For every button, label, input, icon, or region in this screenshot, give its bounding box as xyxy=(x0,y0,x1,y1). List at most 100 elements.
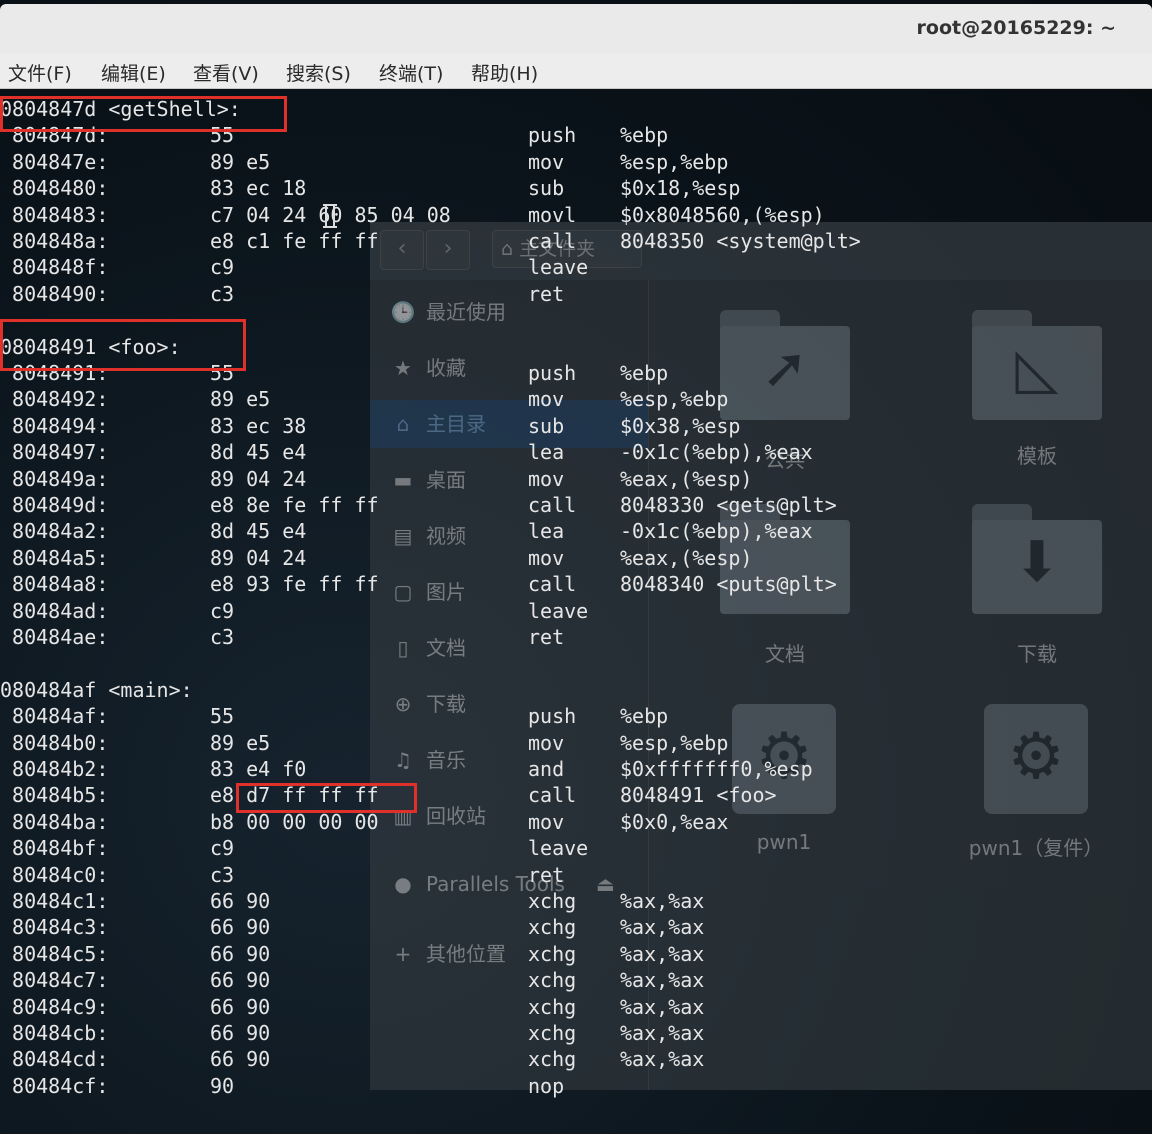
disasm-bytes: 89 04 24 xyxy=(210,545,307,570)
disasm-mnem: call xyxy=(528,572,577,597)
disasm-mnem: mov xyxy=(528,545,565,570)
disasm-bytes: c9 xyxy=(210,598,235,623)
plus-icon: + xyxy=(394,942,412,966)
share-folder-icon[interactable]: ➚ xyxy=(720,310,850,420)
disasm-bytes: c9 xyxy=(210,255,235,280)
sidebar-item-label: 主目录 xyxy=(426,412,486,436)
menu-item-2[interactable]: 查看(V) xyxy=(193,59,259,86)
home-icon: ⌂ xyxy=(501,238,514,260)
disasm-addr: 80484c1: xyxy=(0,889,109,913)
menu-item-3[interactable]: 搜索(S) xyxy=(286,59,351,86)
disasm-addr: 8048490: xyxy=(0,281,109,306)
disasm-bytes: 66 90 xyxy=(210,889,271,913)
sidebar-item-2[interactable]: ⌂ 主目录 xyxy=(370,400,648,448)
sidebar-item-4[interactable]: ▤ 视频 xyxy=(370,512,648,560)
disasm-ops: %ebp xyxy=(620,704,669,729)
clock-icon: 🕒 xyxy=(390,300,416,324)
back-button[interactable]: ‹ xyxy=(380,230,424,270)
disasm-addr: 80484af: xyxy=(0,704,109,729)
disasm-bytes: 8d 45 e4 xyxy=(210,519,307,544)
file-manager-window: ‹ › ⌂ 主文件夹 🕒 最近使用 ★ 收藏 ⌂ 主目录 ▬ 桌面 ▤ 视频 ▢ 图片 ▯ 文档 ⊕ 下载 ♫ 音… xyxy=(370,222,1152,1090)
disasm-mnem: mov xyxy=(528,466,565,491)
disasm-bytes: 66 90 xyxy=(210,1047,271,1072)
disasm-addr: 804848f: xyxy=(0,255,109,280)
disasm-ops: %ax,%ax xyxy=(620,968,705,993)
forward-button[interactable]: › xyxy=(426,230,470,270)
disasm-bytes: 89 e5 xyxy=(210,387,271,412)
disasm-addr: 80484ae: xyxy=(0,625,109,649)
desktop-icon: ▬ xyxy=(393,468,413,492)
terminal-titlebar[interactable]: root@20165229: ~ xyxy=(0,4,1152,54)
disasm-addr: 80484c0: xyxy=(0,862,109,887)
disasm-bytes: 66 90 xyxy=(210,941,271,966)
disasm-addr: 80484c7: xyxy=(0,968,109,993)
music-icon: ♫ xyxy=(394,748,412,772)
disasm-bytes: 66 90 xyxy=(210,1021,271,1045)
menu-item-1[interactable]: 编辑(E) xyxy=(101,59,166,86)
sidebar-item-0[interactable]: 🕒 最近使用 xyxy=(370,288,648,336)
disasm-bytes: 83 ec 38 xyxy=(210,413,307,438)
desktop-screen: ‹ › ⌂ 主文件夹 🕒 最近使用 ★ 收藏 ⌂ 主目录 ▬ 桌面 ▤ 视频 ▢ 图片 ▯ 文档 ⊕ 下载 ♫ 音… xyxy=(0,0,1152,1134)
disasm-addr: 80484b5: xyxy=(0,783,109,808)
sidebar-item-7[interactable]: ⊕ 下载 xyxy=(370,680,648,728)
menu-item-4[interactable]: 终端(T) xyxy=(379,59,443,86)
disasm-addr: 80484cd: xyxy=(0,1047,109,1072)
disasm-ops: $0x38,%esp xyxy=(620,413,741,438)
disasm-addr: 804848a: xyxy=(0,229,109,253)
sidebar-item-6[interactable]: ▯ 文档 xyxy=(370,624,648,672)
menu-item-0[interactable]: 文件(F) xyxy=(8,59,72,86)
disasm-mnem: lea xyxy=(528,519,565,544)
eject-icon[interactable]: ⏏ xyxy=(596,860,615,908)
highlight-call-offset-bytes xyxy=(236,783,417,813)
disasm-mnem: xchg xyxy=(528,915,577,940)
sidebar-item-1[interactable]: ★ 收藏 xyxy=(370,344,648,392)
item-glyph: ⬇ xyxy=(1013,530,1061,595)
disasm-mnem: call xyxy=(528,783,577,808)
sidebar-item-label: 文档 xyxy=(426,636,466,660)
download-folder-icon[interactable]: ⬇ xyxy=(972,504,1102,614)
sidebar-item-11[interactable]: + 其他位置 xyxy=(370,930,648,978)
disasm-ops: %esp,%ebp xyxy=(620,387,729,412)
disasm-ops: $0xfffffff0,%esp xyxy=(620,757,813,781)
disasm-bytes: 83 e4 f0 xyxy=(210,757,307,781)
disasm-mnem: and xyxy=(528,757,565,781)
highlight-getshell-label xyxy=(0,96,287,132)
terminal-menubar: 文件(F) 编辑(E) 查看(V) 搜索(S) 终端(T) 帮助(H) xyxy=(0,54,1152,89)
sidebar-item-label: 最近使用 xyxy=(426,300,506,324)
disasm-addr: 80484b0: xyxy=(0,730,109,755)
item-label: 下载 xyxy=(1017,642,1057,666)
menu-item-5[interactable]: 帮助(H) xyxy=(471,59,538,86)
highlight-foo-label xyxy=(0,319,246,371)
disasm-mnem: leave xyxy=(528,836,589,861)
disasm-mnem: leave xyxy=(528,598,589,623)
sidebar-item-label: 视频 xyxy=(426,524,466,548)
disasm-addr: 8048497: xyxy=(0,440,109,465)
disasm-bytes: c3 xyxy=(210,281,235,306)
sidebar-item-label: 音乐 xyxy=(426,748,466,772)
disasm-mnem: sub xyxy=(528,413,565,438)
disasm-mnem: ret xyxy=(528,862,565,887)
window-title: root@20165229: ~ xyxy=(916,17,1116,39)
disasm-ops: 8048330 <gets@plt> xyxy=(620,493,837,517)
sidebar-item-5[interactable]: ▢ 图片 xyxy=(370,568,648,616)
disasm-addr: 80484ad: xyxy=(0,598,109,623)
disasm-bytes: 8d 45 e4 xyxy=(210,440,307,465)
disasm-mnem: call xyxy=(528,493,577,517)
download-icon: ⊕ xyxy=(394,692,412,716)
executable-icon[interactable]: ⚙ xyxy=(984,704,1088,814)
disasm-ops: $0x0,%eax xyxy=(620,809,729,834)
disasm-addr: 8048480: xyxy=(0,176,109,201)
disasm-mnem: xchg xyxy=(528,941,577,966)
disasm-addr: 80484cb: xyxy=(0,1021,109,1045)
sidebar-item-3[interactable]: ▬ 桌面 xyxy=(370,456,648,504)
item-glyph: ⚙ xyxy=(1007,720,1065,794)
disasm-ops: %ebp xyxy=(620,123,669,148)
picture-icon: ▢ xyxy=(393,580,413,604)
sidebar-item-10[interactable]: ● Parallels Tools ⏏ xyxy=(370,860,648,908)
disasm-addr: 80484c9: xyxy=(0,994,109,1019)
disasm-mnem: lea xyxy=(528,440,565,465)
template-folder-icon[interactable]: ◺ xyxy=(972,310,1102,420)
sidebar-item-8[interactable]: ♫ 音乐 xyxy=(370,736,648,784)
disasm-ops: %ax,%ax xyxy=(620,1021,705,1045)
disasm-bytes: 83 ec 18 xyxy=(210,176,307,201)
